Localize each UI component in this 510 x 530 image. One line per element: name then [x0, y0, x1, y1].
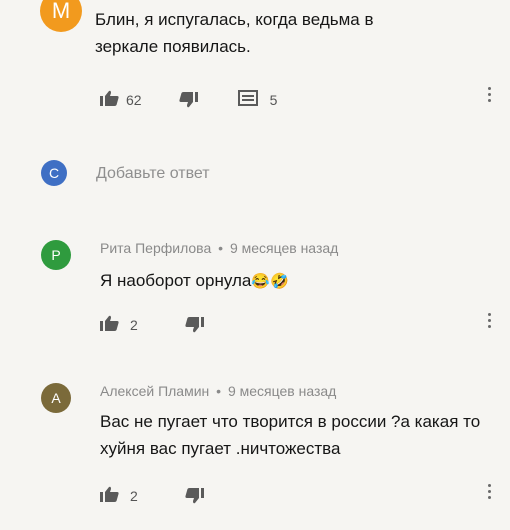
- avatar-letter: A: [51, 390, 61, 406]
- meta-separator: •: [216, 383, 222, 399]
- comment-meta: Алексей Пламин • 9 месяцев назад: [100, 383, 336, 399]
- comment-actions: 62 5: [100, 88, 277, 111]
- like-count: 2: [130, 487, 138, 504]
- thumbs-down-icon[interactable]: [184, 317, 204, 336]
- more-options-icon[interactable]: [486, 87, 492, 102]
- thumbs-up-icon[interactable]: [100, 486, 120, 505]
- thumbs-up-icon[interactable]: [100, 90, 120, 109]
- comment-text: Вас не пугает что творится в россии ?а к…: [100, 412, 481, 458]
- like-count: 62: [126, 91, 142, 108]
- avatar-letter: C: [48, 165, 60, 181]
- thumbs-down-icon[interactable]: [178, 92, 198, 111]
- thumbs-down-icon[interactable]: [184, 488, 204, 507]
- avatar-letter: M: [51, 0, 71, 23]
- comment-actions: 2: [100, 313, 204, 336]
- thumbs-up-icon[interactable]: [100, 315, 120, 334]
- comment-text: Я наоборот орнула😂🤣: [100, 267, 289, 295]
- more-options-icon[interactable]: [486, 484, 492, 499]
- reply-comment-icon[interactable]: [237, 90, 258, 109]
- emoji: 😂🤣: [251, 273, 289, 290]
- author-name[interactable]: Рита Перфилова: [100, 240, 211, 256]
- reply-input[interactable]: Добавьте ответ: [96, 165, 210, 183]
- timestamp[interactable]: 9 месяцев назад: [228, 383, 336, 399]
- avatar[interactable]: M: [40, 0, 82, 32]
- timestamp[interactable]: 9 месяцев назад: [230, 240, 338, 256]
- comment-meta: Рита Перфилова • 9 месяцев назад: [100, 240, 338, 256]
- avatar: C: [41, 160, 67, 186]
- comment-actions: 2: [100, 484, 204, 507]
- avatar-letter: P: [51, 247, 61, 263]
- reply-count: 5: [269, 91, 278, 108]
- comment-text-body: Я наоборот орнула: [100, 271, 252, 290]
- like-count: 2: [130, 316, 138, 333]
- avatar[interactable]: A: [41, 383, 71, 413]
- author-name[interactable]: Алексей Пламин: [100, 383, 209, 399]
- meta-separator: •: [218, 240, 224, 256]
- more-options-icon[interactable]: [486, 313, 492, 328]
- comment-text: Блин, я испугалась, когда ведьма в зерка…: [95, 10, 374, 56]
- avatar[interactable]: P: [41, 240, 71, 270]
